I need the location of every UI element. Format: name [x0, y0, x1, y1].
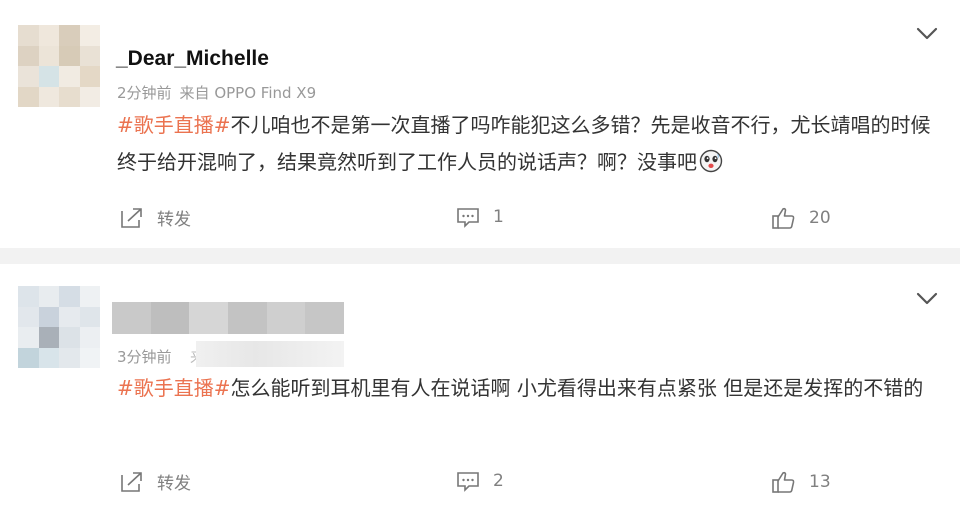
- post-time[interactable]: 2分钟前: [117, 84, 172, 102]
- comment-icon: [457, 472, 479, 492]
- post-divider: [0, 248, 960, 264]
- repost-icon: [121, 207, 142, 228]
- username-redacted[interactable]: [112, 302, 345, 334]
- username[interactable]: _Dear_Michelle: [116, 47, 269, 71]
- topic-link[interactable]: #歌手直播#: [117, 113, 231, 137]
- emoji-icon: [699, 148, 723, 185]
- comment-button[interactable]: 1: [455, 205, 504, 229]
- post-content: #歌手直播#不儿咱也不是第一次直播了吗咋能犯这么多错？先是收音不行，尤长靖唱的时…: [117, 107, 932, 185]
- like-icon: [772, 471, 795, 493]
- like-count: 20: [809, 208, 831, 228]
- topic-link[interactable]: #歌手直播#: [117, 376, 231, 400]
- comment-count: 2: [493, 471, 504, 491]
- comment-count: 1: [493, 207, 504, 227]
- repost-button[interactable]: 转发: [119, 469, 191, 494]
- repost-label: 转发: [157, 474, 191, 494]
- like-icon: [772, 207, 795, 229]
- post-time[interactable]: 3分钟前: [117, 348, 172, 366]
- post-card: _Dear_Michelle 2分钟前 来自 OPPO Find X9 #歌手直播…: [0, 0, 960, 248]
- avatar[interactable]: [18, 286, 100, 368]
- like-button[interactable]: 20: [771, 205, 831, 231]
- post-meta: 3分钟前: [117, 346, 172, 367]
- post-content: #歌手直播#怎么能听到耳机里有人在说话啊 小尤看得出来有点紧张 但是还是发挥的不…: [117, 370, 932, 407]
- post-text: 不儿咱也不是第一次直播了吗咋能犯这么多错？先是收音不行，尤长靖唱的时候终于给开混…: [117, 113, 931, 174]
- repost-label: 转发: [157, 210, 191, 230]
- comment-icon: [457, 208, 479, 228]
- like-count: 13: [809, 472, 831, 492]
- chevron-down-icon[interactable]: [916, 27, 938, 41]
- post-source-redacted: [196, 341, 344, 367]
- repost-icon: [121, 471, 142, 492]
- chevron-down-icon[interactable]: [916, 292, 938, 306]
- comment-button[interactable]: 2: [455, 469, 504, 493]
- post-meta: 2分钟前 来自 OPPO Find X9: [117, 82, 316, 103]
- like-button[interactable]: 13: [771, 469, 831, 495]
- avatar[interactable]: [18, 25, 100, 107]
- post-source: 来自 OPPO Find X9: [179, 84, 317, 102]
- post-card: 3分钟前 来 #歌手直播#怎么能听到耳机里有人在说话啊 小尤看得出来有点紧张 但…: [0, 264, 960, 509]
- repost-button[interactable]: 转发: [119, 205, 191, 230]
- post-text: 怎么能听到耳机里有人在说话啊 小尤看得出来有点紧张 但是还是发挥的不错的: [230, 376, 924, 400]
